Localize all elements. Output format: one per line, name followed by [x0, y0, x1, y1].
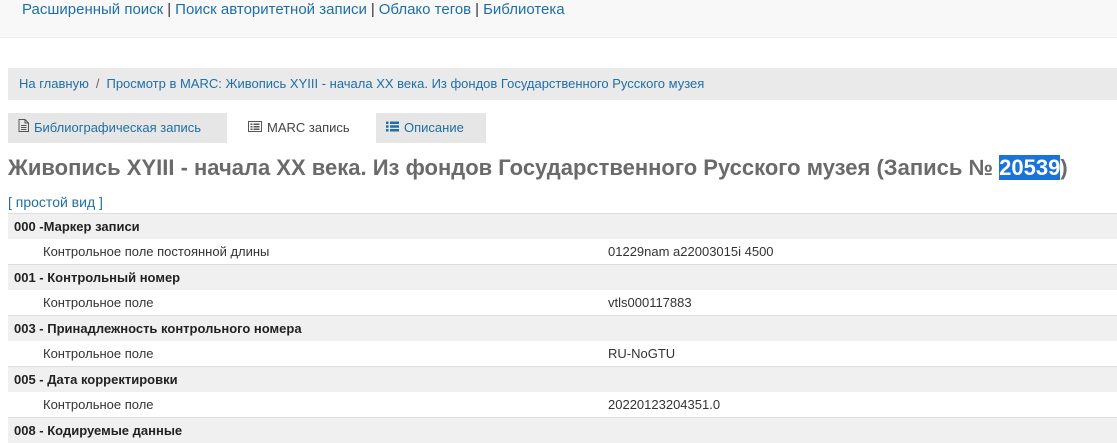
- tab-label: MARC запись: [267, 120, 350, 135]
- marc-field-header-row: 003 - Принадлежность контрольного номера: [8, 316, 1117, 342]
- marc-field-tag: 005 - Дата корректировки: [8, 367, 1117, 393]
- list-icon: [386, 113, 399, 143]
- marc-field-header-row: 005 - Дата корректировки: [8, 367, 1117, 393]
- marc-subfield-label: Контрольное поле постоянной длины: [8, 239, 608, 265]
- page-title: Живопись XYIII - начала XX века. Из фонд…: [8, 153, 1068, 183]
- marc-subfield-value: 20220123204351.0: [608, 392, 1117, 418]
- marc-field-tag: 008 - Кодируемые данные: [8, 418, 1117, 443]
- nav-advanced-search-link[interactable]: Расширенный поиск: [22, 1, 163, 18]
- nav-separator: |: [167, 1, 171, 18]
- marc-field-tag: 003 - Принадлежность контрольного номера: [8, 316, 1117, 342]
- nav-tag-cloud-link[interactable]: Облако тегов: [379, 1, 471, 18]
- marc-field-tag: 001 - Контрольный номер: [8, 265, 1117, 291]
- list-box-icon: [248, 113, 262, 143]
- breadcrumb-current-link[interactable]: Просмотр в MARC: Живопись XYIII - начала…: [106, 76, 704, 91]
- nav-separator: |: [475, 1, 479, 18]
- marc-subfield-label: Контрольное поле: [8, 341, 608, 367]
- record-number-highlight: 20539: [999, 155, 1060, 180]
- breadcrumb-separator: /: [96, 76, 100, 91]
- tab-label: Библиографическая запись: [34, 120, 201, 135]
- marc-field-tag: 000 -Маркер записи: [8, 214, 1117, 240]
- marc-subfield-value: RU-NoGTU: [608, 341, 1117, 367]
- marc-subfield-row: Контрольное поле постоянной длины 01229n…: [8, 239, 1117, 265]
- marc-subfield-row: Контрольное поле vtls000117883: [8, 290, 1117, 316]
- top-navigation: Расширенный поиск|Поиск авторитетной зап…: [22, 0, 565, 19]
- marc-field-header-row: 001 - Контрольный номер: [8, 265, 1117, 291]
- breadcrumb-home-link[interactable]: На главную: [19, 76, 89, 91]
- breadcrumb: На главную / Просмотр в MARC: Живопись XYI…: [8, 68, 1117, 100]
- marc-subfield-label: Контрольное поле: [8, 392, 608, 418]
- simple-view-link[interactable]: простой вид: [16, 194, 95, 210]
- nav-library-link[interactable]: Библиотека: [483, 1, 565, 18]
- marc-subfield-row: Контрольное поле RU-NoGTU: [8, 341, 1117, 367]
- nav-authority-search-link[interactable]: Поиск авторитетной записи: [175, 1, 367, 18]
- bracket-close: ]: [95, 194, 103, 210]
- marc-subfield-row: Контрольное поле 20220123204351.0: [8, 392, 1117, 418]
- tab-marc-record[interactable]: MARC запись: [238, 113, 374, 143]
- tab-description[interactable]: Описание: [376, 113, 486, 143]
- title-text: Живопись XYIII - начала XX века. Из фонд…: [8, 155, 999, 180]
- bracket-open: [: [8, 194, 16, 210]
- title-suffix: ): [1060, 155, 1067, 180]
- marc-subfield-label: Контрольное поле: [8, 290, 608, 316]
- document-icon: [18, 113, 29, 143]
- simple-view-toggle: [ простой вид ]: [8, 192, 103, 212]
- tab-label: Описание: [404, 120, 464, 135]
- marc-field-header-row: 000 -Маркер записи: [8, 214, 1117, 240]
- marc-subfield-value: 01229nam a22003015i 4500: [608, 239, 1117, 265]
- tab-bibliographic-record[interactable]: Библиографическая запись: [8, 113, 227, 143]
- marc-subfield-value: vtls000117883: [608, 290, 1117, 316]
- marc-fields-table: 000 -Маркер записи Контрольное поле пост…: [8, 213, 1117, 443]
- nav-separator: |: [371, 1, 375, 18]
- top-bar: Расширенный поиск|Поиск авторитетной зап…: [0, 0, 1117, 38]
- marc-field-header-row: 008 - Кодируемые данные: [8, 418, 1117, 443]
